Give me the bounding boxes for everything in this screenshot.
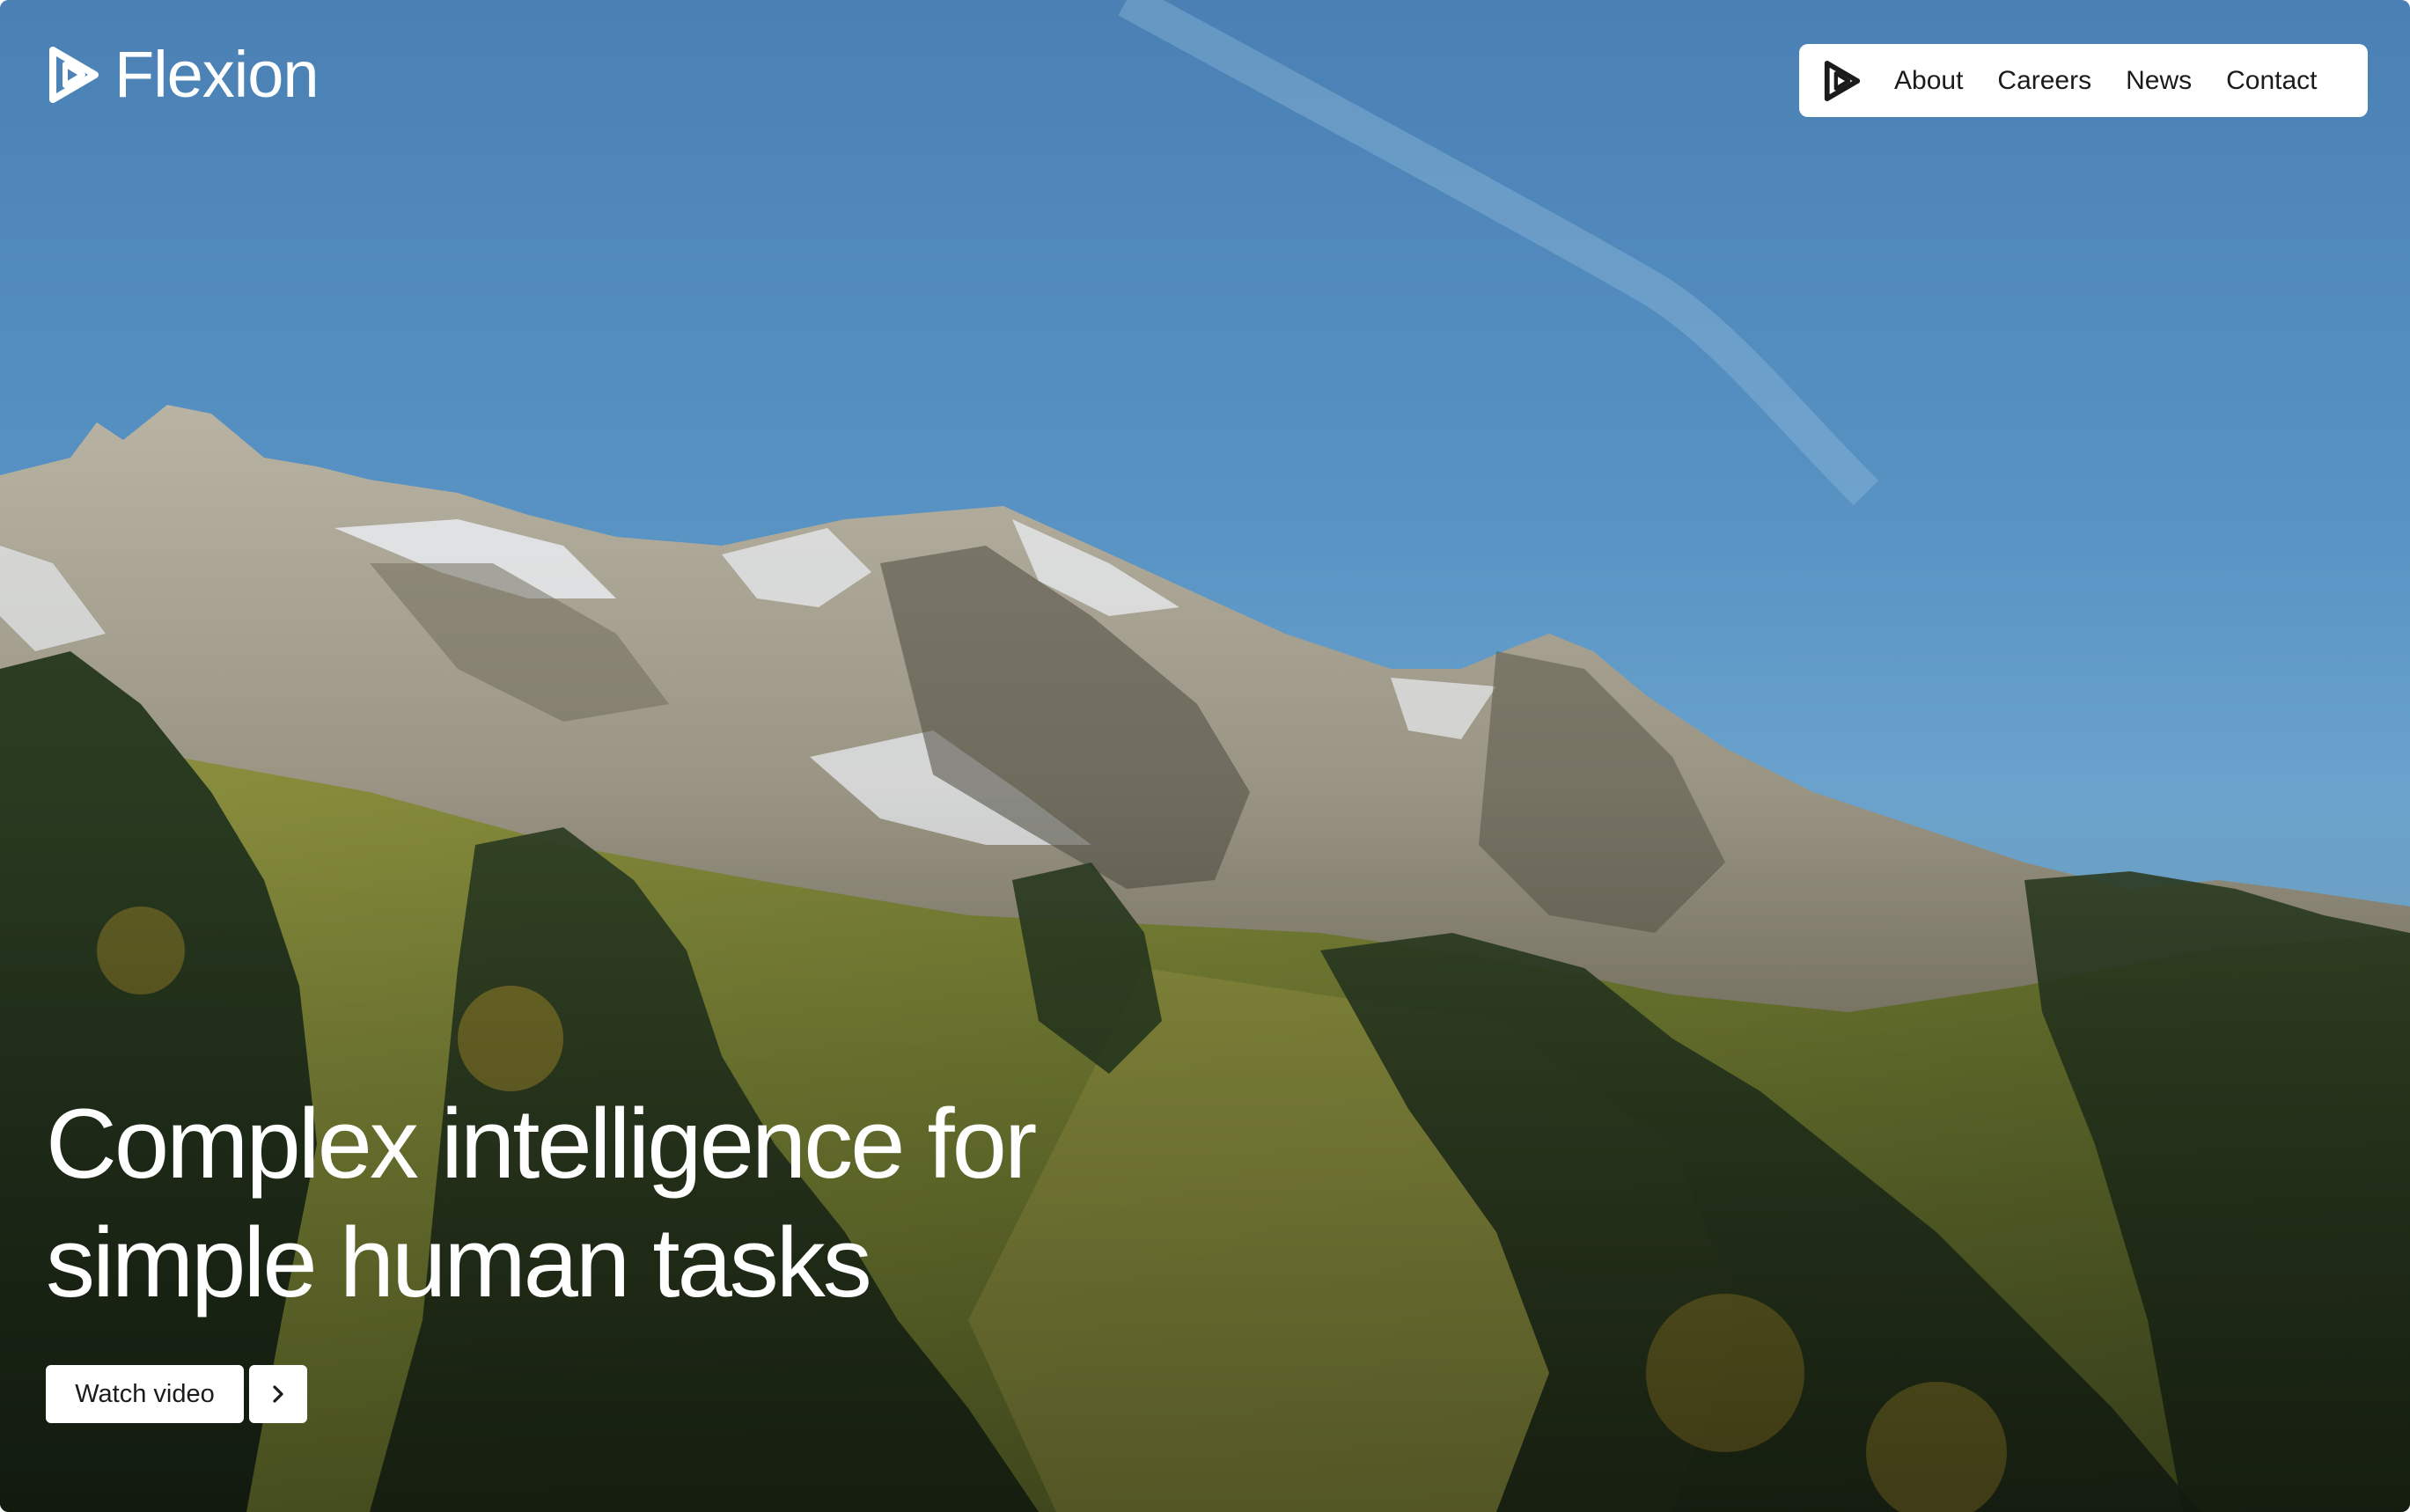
hero-headline-line-2: simple human tasks [46, 1207, 872, 1317]
nav-link-contact[interactable]: Contact [2226, 67, 2317, 94]
brand-name: Flexion [114, 38, 320, 111]
nav-link-news[interactable]: News [2126, 67, 2192, 94]
hero-headline-line-1: Complex intelligence for [46, 1089, 1037, 1199]
hero-cta-group: Watch video [46, 1365, 307, 1423]
brand-logo[interactable]: Flexion [46, 38, 320, 111]
flexion-logo-icon[interactable] [1822, 58, 1863, 104]
watch-video-arrow-button[interactable] [249, 1365, 307, 1423]
hero-headline: Complex intelligence for simple human ta… [46, 1084, 1190, 1322]
chevron-right-icon [273, 1385, 283, 1403]
nav-link-about[interactable]: About [1894, 67, 1963, 94]
nav-link-careers[interactable]: Careers [1997, 67, 2091, 94]
watch-video-button[interactable]: Watch video [46, 1365, 244, 1423]
top-nav: About Careers News Contact [1799, 44, 2368, 117]
flexion-logo-icon [49, 47, 99, 103]
page: Flexion About Careers News Contact Compl… [0, 0, 2410, 1512]
